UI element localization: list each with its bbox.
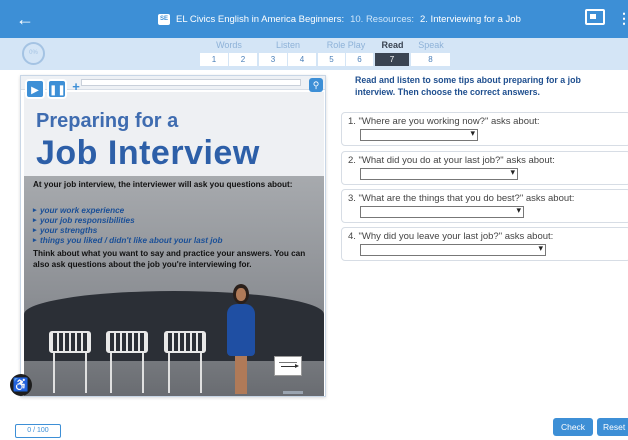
zoom-icon[interactable]: ⚲ [309,78,323,92]
page-button-7[interactable]: 7 [375,53,409,66]
question-text: 1. "Where are you working now?" asks abo… [348,116,540,127]
question-text: 3. "What are the things that you do best… [348,193,575,204]
skill-read: Read 7 [375,38,410,70]
accessibility-icon[interactable]: ♿ [10,374,32,396]
woman-illustration [223,284,259,396]
question-text: 2. "What did you do at your last job?" a… [348,155,555,166]
poster-advice: Think about what you want to say and pra… [33,249,306,269]
score-display: 0 / 100 [15,424,61,438]
course-name: EL Civics English in America Beginners: [176,13,345,25]
play-icon[interactable]: ▶ [25,79,45,99]
skill-role-play: Role Play 5 6 [318,38,374,70]
poster-topic: your job responsibilities [33,216,223,226]
progress-circle: 0% [22,42,45,65]
page-button-3[interactable]: 3 [259,53,287,66]
poster-topic-list: your work experience your job responsibi… [33,206,223,246]
chair-illustration [49,331,91,393]
add-icon[interactable]: + [69,79,83,99]
skill-label-speak: Speak [418,40,444,50]
answer-dropdown-3[interactable] [360,205,524,218]
page-button-8[interactable]: 8 [411,53,450,66]
kebab-menu-icon[interactable]: ⋮ [617,8,628,28]
course-badge: SE [158,13,170,25]
question-card-3: 3. "What are the things that you do best… [341,189,628,223]
skill-listen: Listen 3 4 [259,38,317,70]
question-card-4: 4. "Why did you leave your last job?" as… [341,227,628,261]
pause-icon[interactable]: ❚❚ [47,79,67,99]
page-button-1[interactable]: 1 [200,53,228,66]
skill-label-read: Read [381,40,404,50]
skills-nav: 0% Words 1 2 Listen 3 4 Role Play 5 6 Re… [0,38,628,70]
answer-dropdown-1[interactable] [360,128,478,141]
page-button-2[interactable]: 2 [229,53,257,66]
skill-label-words: Words [216,40,242,50]
poster-topic: your work experience [33,206,223,216]
page-button-6[interactable]: 6 [346,53,373,66]
poster-topic: your strengths [33,226,223,236]
answer-dropdown-2[interactable] [360,167,518,180]
reset-button[interactable]: Reset [597,418,628,436]
poster-topic: things you liked / didn't like about you… [33,236,223,246]
poster-header: Preparing for a Job Interview [24,92,324,176]
poster-intro: At your job interview, the interviewer w… [33,180,293,189]
poster-title-small: Preparing for a [36,110,179,132]
question-card-1: 1. "Where are you working now?" asks abo… [341,112,628,146]
page-button-4[interactable]: 4 [288,53,316,66]
poster-title: Job Interview [36,134,260,172]
section-name: 10. Resources: [350,13,414,25]
answer-dropdown-4[interactable] [360,243,546,256]
skill-label-role-play: Role Play [326,40,366,50]
chair-illustration [106,331,148,393]
panel-resize-handle[interactable] [283,391,303,394]
media-controls: ▶ ❚❚ + [25,79,83,101]
question-text: 4. "Why did you leave your last job?" as… [348,231,554,242]
lesson-title: SE EL Civics English in America Beginner… [158,11,521,27]
skill-words: Words 1 2 [200,38,258,70]
skill-label-listen: Listen [275,40,301,50]
chair-illustration [164,331,206,393]
lesson-name: 2. Interviewing for a Job [420,13,521,25]
instructions-text: Read and listen to some tips about prepa… [355,75,581,97]
back-arrow-icon[interactable]: ← [14,8,36,30]
top-bar: ← SE EL Civics English in America Beginn… [0,0,628,38]
question-card-2: 2. "What did you do at your last job?" a… [341,151,628,185]
screen-icon[interactable] [585,9,605,25]
wall-sign-illustration [274,356,302,376]
panel-address-bar [81,79,301,86]
reading-panel: ▶ ❚❚ + ⚲ Preparing for a Job Interview A… [20,75,326,397]
check-button[interactable]: Check [553,418,593,436]
page-button-5[interactable]: 5 [318,53,345,66]
skill-speak: Speak 8 [411,38,451,70]
